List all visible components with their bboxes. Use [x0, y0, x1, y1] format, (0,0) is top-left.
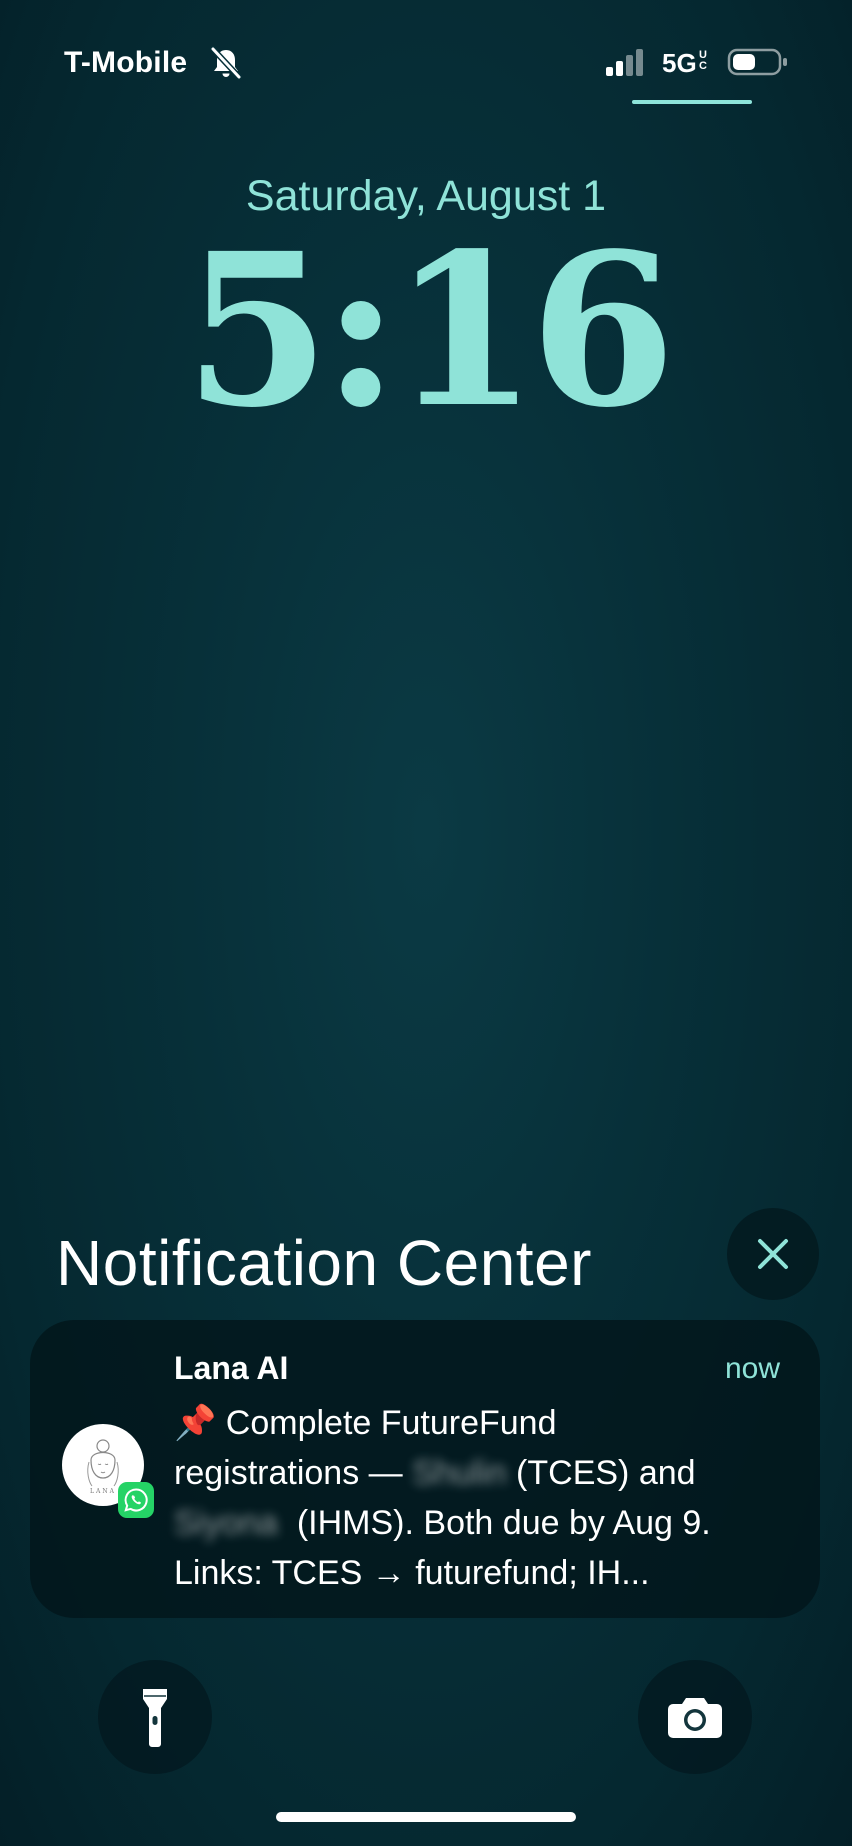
notification-app-name: Lana AI: [174, 1350, 289, 1386]
flashlight-button[interactable]: [98, 1660, 212, 1774]
clear-notifications-button[interactable]: [727, 1208, 819, 1300]
network-subtype: U C: [697, 50, 709, 72]
whatsapp-icon: [124, 1488, 148, 1512]
battery-icon: [727, 48, 787, 76]
body-text: registrations —: [174, 1454, 413, 1492]
lock-screen-time: 5:16: [184, 207, 676, 454]
network-type: 5G: [662, 48, 697, 78]
body-text: (TCES) and: [506, 1454, 696, 1492]
body-text: (IHMS). Both due by Aug 9.: [277, 1504, 711, 1542]
bell-slash-icon: [210, 46, 242, 80]
camera-icon: [668, 1698, 722, 1738]
notification-body-line: Links: TCES → futurefund; IH...: [174, 1554, 650, 1592]
close-icon: [758, 1239, 788, 1269]
network-sub-bottom: C: [699, 60, 707, 72]
redacted-name: Shulin: [412, 1454, 507, 1492]
status-bar: T-Mobile 5G U C: [0, 0, 852, 120]
redacted-name: Siyona: [174, 1504, 278, 1542]
home-indicator[interactable]: [276, 1812, 576, 1822]
whatsapp-badge: [118, 1482, 154, 1518]
notification-body-line: Siyona (IHMS). Both due by Aug 9.: [174, 1498, 784, 1548]
notification-body-line: 📌 Complete FutureFund: [174, 1404, 557, 1442]
notification-body: 📌 Complete FutureFund registrations — Sh…: [174, 1398, 784, 1598]
notification-timestamp: now: [724, 1352, 780, 1385]
carrier-label: T-Mobile: [64, 46, 188, 79]
notification-card[interactable]: LANA Lana AI now 📌 Complete FutureFund r…: [30, 1320, 820, 1618]
notification-body-line: registrations — Shulin (TCES) and: [174, 1448, 784, 1498]
status-bar-indicator: [632, 100, 752, 104]
notification-center-title: Notification Center: [56, 1227, 592, 1299]
flashlight-icon: [143, 1689, 167, 1747]
camera-button[interactable]: [638, 1660, 752, 1774]
cellular-signal-icon: [606, 49, 643, 76]
